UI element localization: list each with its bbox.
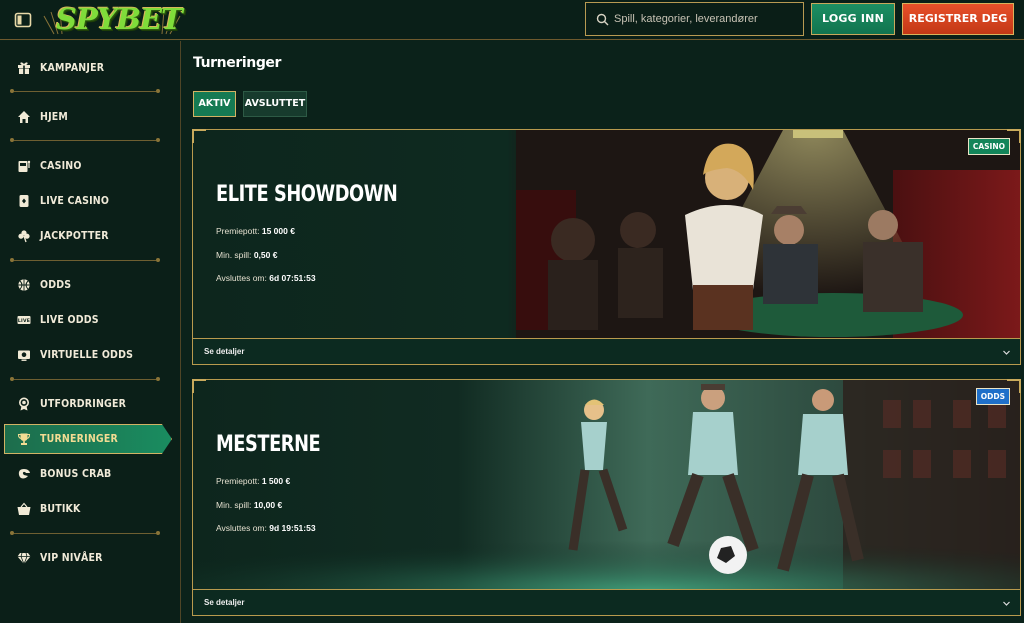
sidebar-item-turneringer[interactable]: TURNERINGER (4, 424, 172, 454)
diamond-icon (17, 552, 31, 565)
sidebar-item-label: HJEM (40, 111, 69, 123)
home-icon (18, 111, 30, 123)
ends-in-value: 6d 07:51:53 (269, 273, 316, 283)
search-input[interactable] (612, 3, 802, 35)
basket-icon (17, 502, 31, 515)
sidebar-item-jackpotter[interactable]: JACKPOTTER (0, 221, 178, 251)
clover-icon (18, 230, 30, 243)
min-bet-value: 0,50 € (253, 250, 278, 260)
divider (10, 530, 160, 537)
football-scene-image (193, 380, 1020, 589)
medal-icon (19, 397, 29, 411)
sidebar-item-label: VIP NIVÅER (40, 552, 103, 564)
min-bet-row: Min. spill: 10,00 € (216, 500, 282, 510)
virtual-tv-icon (18, 350, 30, 361)
basketball-icon (18, 279, 30, 291)
top-bar: SPYBET LOGG INN REGISTRER DEG (0, 0, 1024, 40)
login-button[interactable]: LOGG INN (811, 3, 895, 35)
sidebar-item-label: VIRTUELLE ODDS (40, 349, 134, 361)
prize-pool-row: Premiepott: 15 000 € (216, 226, 295, 236)
logo[interactable]: SPYBET (56, 1, 183, 37)
sidebar-item-label: JACKPOTTER (40, 230, 109, 242)
sidebar-item-bonus-crab[interactable]: BONUS CRAB (0, 459, 178, 489)
casino-scene-image (193, 130, 1020, 338)
see-details-link[interactable]: Se detaljer (204, 590, 244, 616)
divider (10, 257, 160, 264)
ends-in-label: Avsluttes om: (216, 523, 267, 533)
corner-ornament (192, 379, 206, 393)
corner-ornament (1007, 129, 1021, 143)
chevron-down-icon[interactable] (1002, 348, 1011, 357)
tournament-title: MESTERNE (216, 432, 321, 457)
trophy-icon (17, 433, 31, 445)
sidebar-item-label: UTFORDRINGER (40, 398, 127, 410)
chevron-down-icon[interactable] (1002, 599, 1011, 608)
sidebar-item-vip-nivaer[interactable]: VIP NIVÅER (0, 543, 178, 573)
sidebar-item-live-odds[interactable]: LIVE LIVE ODDS (0, 305, 178, 335)
divider (10, 376, 160, 383)
sidebar-item-label: ODDS (40, 279, 72, 291)
sidebar-item-virtuelle-odds[interactable]: VIRTUELLE ODDS (0, 340, 178, 370)
min-bet-label: Min. spill: (216, 500, 252, 510)
svg-text:LIVE: LIVE (18, 318, 30, 324)
divider (10, 88, 160, 95)
ends-in-value: 9d 19:51:53 (269, 523, 316, 533)
tournament-banner[interactable]: CASINO (193, 130, 1020, 338)
tab-aktiv[interactable]: AKTIV (193, 91, 236, 117)
see-details-bar[interactable]: Se detaljer (193, 589, 1020, 615)
sidebar-item-label: LIVE ODDS (40, 314, 99, 326)
sidebar-item-casino[interactable]: CASINO (0, 151, 178, 181)
playing-card-icon (19, 195, 29, 207)
crab-claw-icon (18, 469, 30, 479)
category-badge: CASINO (967, 138, 1010, 155)
see-details-link[interactable]: Se detaljer (204, 339, 244, 365)
tab-avsluttet[interactable]: AVSLUTTET (243, 91, 307, 117)
tournament-title: ELITE SHOWDOWN (216, 182, 398, 207)
sidebar-item-butikk[interactable]: BUTIKK (0, 494, 178, 524)
ends-in-label: Avsluttes om: (216, 273, 267, 283)
ends-in-row: Avsluttes om: 6d 07:51:53 (216, 273, 316, 283)
sidebar-item-label: KAMPANJER (40, 62, 105, 74)
sidebar-item-odds[interactable]: ODDS (0, 270, 178, 300)
search-box[interactable] (585, 2, 804, 36)
sidebar: KAMPANJER HJEM CASINO LIVE CASINO JACKPO… (0, 41, 181, 623)
tournament-card: ODDS MESTERNE Premiepott: 1 500 € Min. s… (192, 379, 1021, 616)
sidebar-item-label: BUTIKK (40, 503, 81, 515)
divider (10, 137, 160, 144)
prize-pool-label: Premiepott: (216, 226, 260, 236)
min-bet-value: 10,00 € (253, 500, 283, 510)
sidebar-item-label: CASINO (40, 160, 82, 172)
sidebar-item-live-casino[interactable]: LIVE CASINO (0, 186, 178, 216)
prize-pool-row: Premiepott: 1 500 € (216, 476, 290, 486)
search-icon (596, 13, 609, 26)
prize-pool-label: Premiepott: (216, 476, 260, 486)
gift-icon (18, 62, 30, 74)
page-title: Turneringer (193, 55, 282, 71)
ends-in-row: Avsluttes om: 9d 19:51:53 (216, 523, 316, 533)
main-content: Turneringer AKTIV AVSLUTTET CASINO ELITE… (182, 41, 1024, 623)
register-button[interactable]: REGISTRER DEG (902, 3, 1014, 35)
live-icon: LIVE (17, 316, 31, 324)
tournament-banner[interactable]: ODDS (193, 380, 1020, 589)
min-bet-label: Min. spill: (216, 250, 252, 260)
prize-pool-value: 1 500 € (261, 476, 291, 486)
sidebar-item-label: TURNERINGER (40, 433, 118, 445)
sidebar-item-utfordringer[interactable]: UTFORDRINGER (0, 389, 178, 419)
see-details-bar[interactable]: Se detaljer (193, 338, 1020, 364)
tournament-card: CASINO ELITE SHOWDOWN Premiepott: 15 000… (192, 129, 1021, 365)
sidebar-item-label: BONUS CRAB (40, 468, 112, 480)
corner-ornament (192, 129, 206, 143)
slot-machine-icon (18, 160, 31, 172)
sidebar-toggle-icon[interactable] (14, 11, 32, 29)
category-badge: ODDS (975, 388, 1010, 405)
sidebar-item-kampanjer[interactable]: KAMPANJER (0, 53, 178, 83)
prize-pool-value: 15 000 € (261, 226, 295, 236)
sidebar-item-hjem[interactable]: HJEM (0, 102, 178, 132)
sidebar-item-label: LIVE CASINO (40, 195, 110, 207)
min-bet-row: Min. spill: 0,50 € (216, 250, 277, 260)
corner-ornament (1007, 379, 1021, 393)
